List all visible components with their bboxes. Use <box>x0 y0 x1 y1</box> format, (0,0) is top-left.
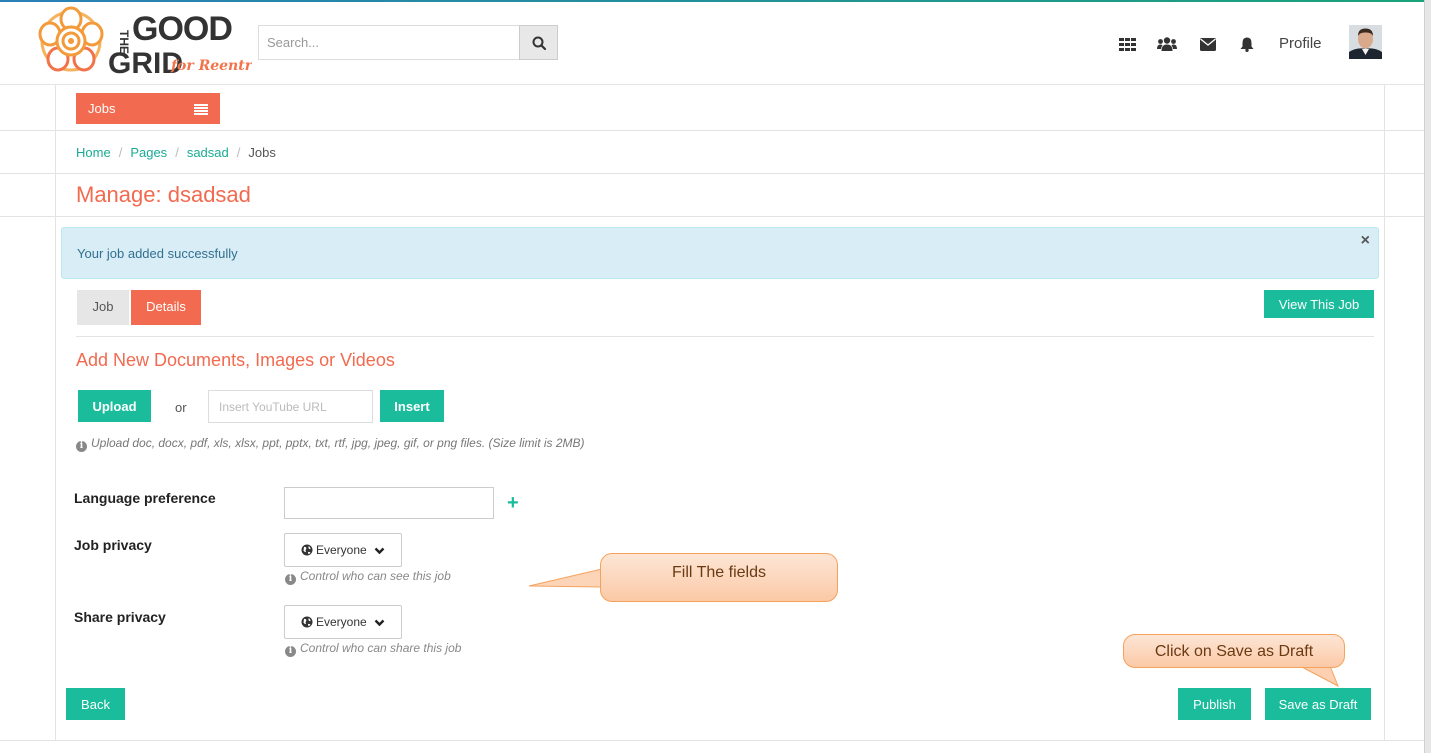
job-privacy-select[interactable]: Everyone <box>284 533 402 567</box>
or-label: or <box>175 400 187 415</box>
add-language-icon[interactable]: + <box>507 492 519 515</box>
success-alert: Your job added successfully × <box>61 227 1379 279</box>
breadcrumb-page[interactable]: sadsad <box>187 145 229 160</box>
back-button[interactable]: Back <box>66 688 125 720</box>
envelope-icon <box>1200 37 1216 51</box>
job-privacy-label: Job privacy <box>74 537 152 553</box>
search-icon <box>532 36 546 50</box>
job-privacy-hint: i Control who can see this job <box>285 569 451 585</box>
page-title: Manage: dsadsad <box>76 182 251 207</box>
row-divider <box>0 216 1424 217</box>
publish-button[interactable]: Publish <box>1178 688 1251 720</box>
breadcrumb-separator: / <box>118 145 123 160</box>
job-privacy-hint-text: Control who can see this job <box>300 569 451 583</box>
chevron-down-icon <box>374 619 385 627</box>
upload-hint: i Upload doc, docx, pdf, xls, xlsx, ppt, … <box>76 436 585 452</box>
close-icon[interactable]: × <box>1361 232 1370 250</box>
insert-button[interactable]: Insert <box>380 390 444 422</box>
avatar[interactable] <box>1349 25 1382 59</box>
globe-icon <box>301 544 313 556</box>
language-input[interactable] <box>284 487 494 519</box>
bell-icon <box>1240 37 1254 52</box>
breadcrumb-pages[interactable]: Pages <box>130 145 167 160</box>
tab-job[interactable]: Job <box>77 290 129 325</box>
tab-details[interactable]: Details <box>131 290 201 325</box>
info-icon: i <box>285 574 296 585</box>
scrollbar[interactable] <box>1424 0 1431 753</box>
callout-pointer <box>528 568 603 588</box>
search-bar <box>258 25 558 60</box>
jobs-menu-label: Jobs <box>88 101 116 116</box>
language-label: Language preference <box>74 490 216 506</box>
chevron-down-icon <box>374 547 385 555</box>
column-divider <box>1384 85 1385 740</box>
logo[interactable]: THE GOOD GRID for Reentry <box>36 4 261 80</box>
share-privacy-select[interactable]: Everyone <box>284 605 402 639</box>
search-input[interactable] <box>258 25 520 60</box>
user-photo <box>1349 25 1382 59</box>
section-divider <box>76 336 1374 337</box>
upload-button[interactable]: Upload <box>78 390 151 422</box>
search-button[interactable] <box>519 25 558 60</box>
breadcrumb-separator: / <box>236 145 241 160</box>
globe-icon <box>301 616 313 628</box>
jobs-menu-button[interactable]: Jobs <box>76 93 220 124</box>
view-job-button[interactable]: View This Job <box>1264 290 1374 318</box>
site-header: THE GOOD GRID for Reentry Search... Prof… <box>0 2 1424 85</box>
row-divider <box>0 130 1424 131</box>
logo-good: GOOD <box>132 10 232 48</box>
row-divider <box>0 173 1424 174</box>
share-privacy-hint-text: Control who can share this job <box>300 641 462 655</box>
users-button[interactable] <box>1156 34 1178 54</box>
save-draft-button[interactable]: Save as Draft <box>1265 688 1371 720</box>
profile-link[interactable]: Profile <box>1279 35 1322 52</box>
users-icon <box>1157 37 1177 51</box>
info-icon: i <box>76 441 87 452</box>
fill-fields-callout: Fill The fields <box>600 553 838 602</box>
info-icon: i <box>285 646 296 657</box>
row-divider <box>0 740 1424 741</box>
apps-grid-icon <box>1118 37 1136 51</box>
messages-button[interactable] <box>1197 34 1219 54</box>
share-privacy-value: Everyone <box>316 615 367 629</box>
column-divider <box>55 85 56 740</box>
save-draft-callout: Click on Save as Draft <box>1123 634 1345 668</box>
share-privacy-hint: i Control who can share this job <box>285 641 461 657</box>
share-privacy-label: Share privacy <box>74 609 166 625</box>
alert-message: Your job added successfully <box>77 246 238 261</box>
upload-hint-text: Upload doc, docx, pdf, xls, xlsx, ppt, p… <box>91 436 585 450</box>
flower-logo-icon: THE GOOD GRID for Reentry <box>38 6 261 80</box>
notifications-button[interactable] <box>1236 34 1258 54</box>
job-privacy-value: Everyone <box>316 543 367 557</box>
breadcrumb-current: Jobs <box>248 145 276 160</box>
breadcrumb-home[interactable]: Home <box>76 145 111 160</box>
media-section-title: Add New Documents, Images or Videos <box>76 350 395 370</box>
apps-grid-button[interactable] <box>1116 34 1138 54</box>
youtube-url-input[interactable] <box>208 390 373 423</box>
breadcrumb-separator: / <box>175 145 179 160</box>
breadcrumb: Home / Pages / sadsad / Jobs <box>76 145 276 160</box>
logo-tagline: for Reentry <box>170 58 252 74</box>
hamburger-icon <box>194 104 208 115</box>
